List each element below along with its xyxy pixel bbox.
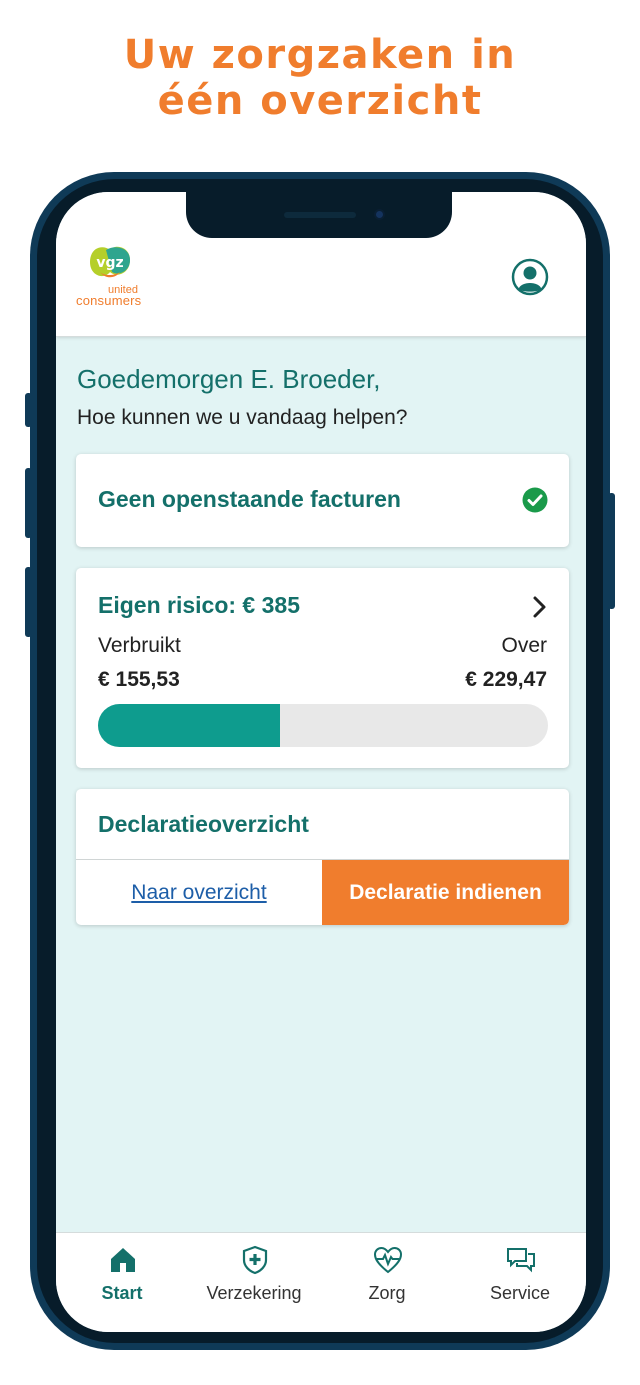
remaining-label: Over [501, 634, 547, 657]
phone-side-button-left-1 [25, 393, 32, 427]
notch-speaker [284, 212, 356, 218]
remaining-value: € 229,47 [465, 668, 547, 691]
heartbeat-icon [373, 1246, 403, 1274]
deductible-progress-fill [98, 704, 280, 747]
user-circle-icon [511, 258, 549, 296]
phone-side-button-left-2 [25, 468, 32, 538]
logo-word-consumers: consumers [76, 293, 142, 308]
vgz-logo-icon: vgz [90, 246, 130, 278]
claims-card: Declaratieoverzicht Naar overzicht Decla… [76, 789, 569, 925]
used-value: € 155,53 [98, 668, 180, 691]
deductible-card[interactable]: Eigen risico: € 385 Verbruikt Over € 155… [76, 568, 569, 768]
vgz-logo-mark: vgz [96, 255, 123, 271]
chat-bubbles-icon [507, 1248, 535, 1273]
deductible-progress-bar [98, 704, 548, 747]
notch-camera [374, 209, 385, 220]
nav-label-service: Service [489, 1283, 551, 1303]
greeting-title: Goedemorgen E. Broeder, [77, 364, 381, 394]
profile-button[interactable] [511, 258, 549, 296]
phone-notch [186, 192, 452, 238]
nav-item-start[interactable]: Start [56, 1233, 188, 1332]
overview-link[interactable]: Naar overzicht [76, 860, 322, 925]
promo-headline-line1: Uw zorgzaken in [123, 32, 517, 78]
greeting-subtitle: Hoe kunnen we u vandaag helpen? [77, 406, 408, 429]
invoices-card-title: Geen openstaande facturen [98, 486, 401, 512]
shield-plus-icon [242, 1245, 268, 1275]
phone-screen: vgz united consumers Goedemorgen E. Broe… [56, 192, 586, 1332]
check-circle-icon [522, 487, 548, 513]
bottom-navigation: Start Verzekering Zorg Service [56, 1232, 586, 1332]
nav-item-zorg[interactable]: Zorg [321, 1233, 453, 1332]
invoices-card[interactable]: Geen openstaande facturen [76, 454, 569, 547]
nav-item-verzekering[interactable]: Verzekering [188, 1233, 320, 1332]
vgz-logo[interactable]: vgz united consumers [74, 242, 154, 308]
home-icon [111, 1248, 135, 1272]
nav-label-zorg: Zorg [368, 1283, 406, 1303]
nav-item-service[interactable]: Service [454, 1233, 586, 1332]
phone-side-button-left-3 [25, 567, 32, 637]
used-label: Verbruikt [98, 634, 181, 657]
nav-label-start: Start [101, 1283, 143, 1303]
nav-label-verzekering: Verzekering [206, 1283, 302, 1303]
promo-headline: Uw zorgzaken in één overzicht [0, 32, 640, 124]
phone-side-button-right [608, 493, 615, 609]
submit-claim-button[interactable]: Declaratie indienen [322, 860, 569, 925]
chevron-right-icon[interactable] [531, 595, 549, 619]
deductible-card-title: Eigen risico: € 385 [98, 592, 300, 618]
claims-card-title: Declaratieoverzicht [98, 811, 309, 837]
promo-headline-line2: één overzicht [157, 78, 483, 124]
